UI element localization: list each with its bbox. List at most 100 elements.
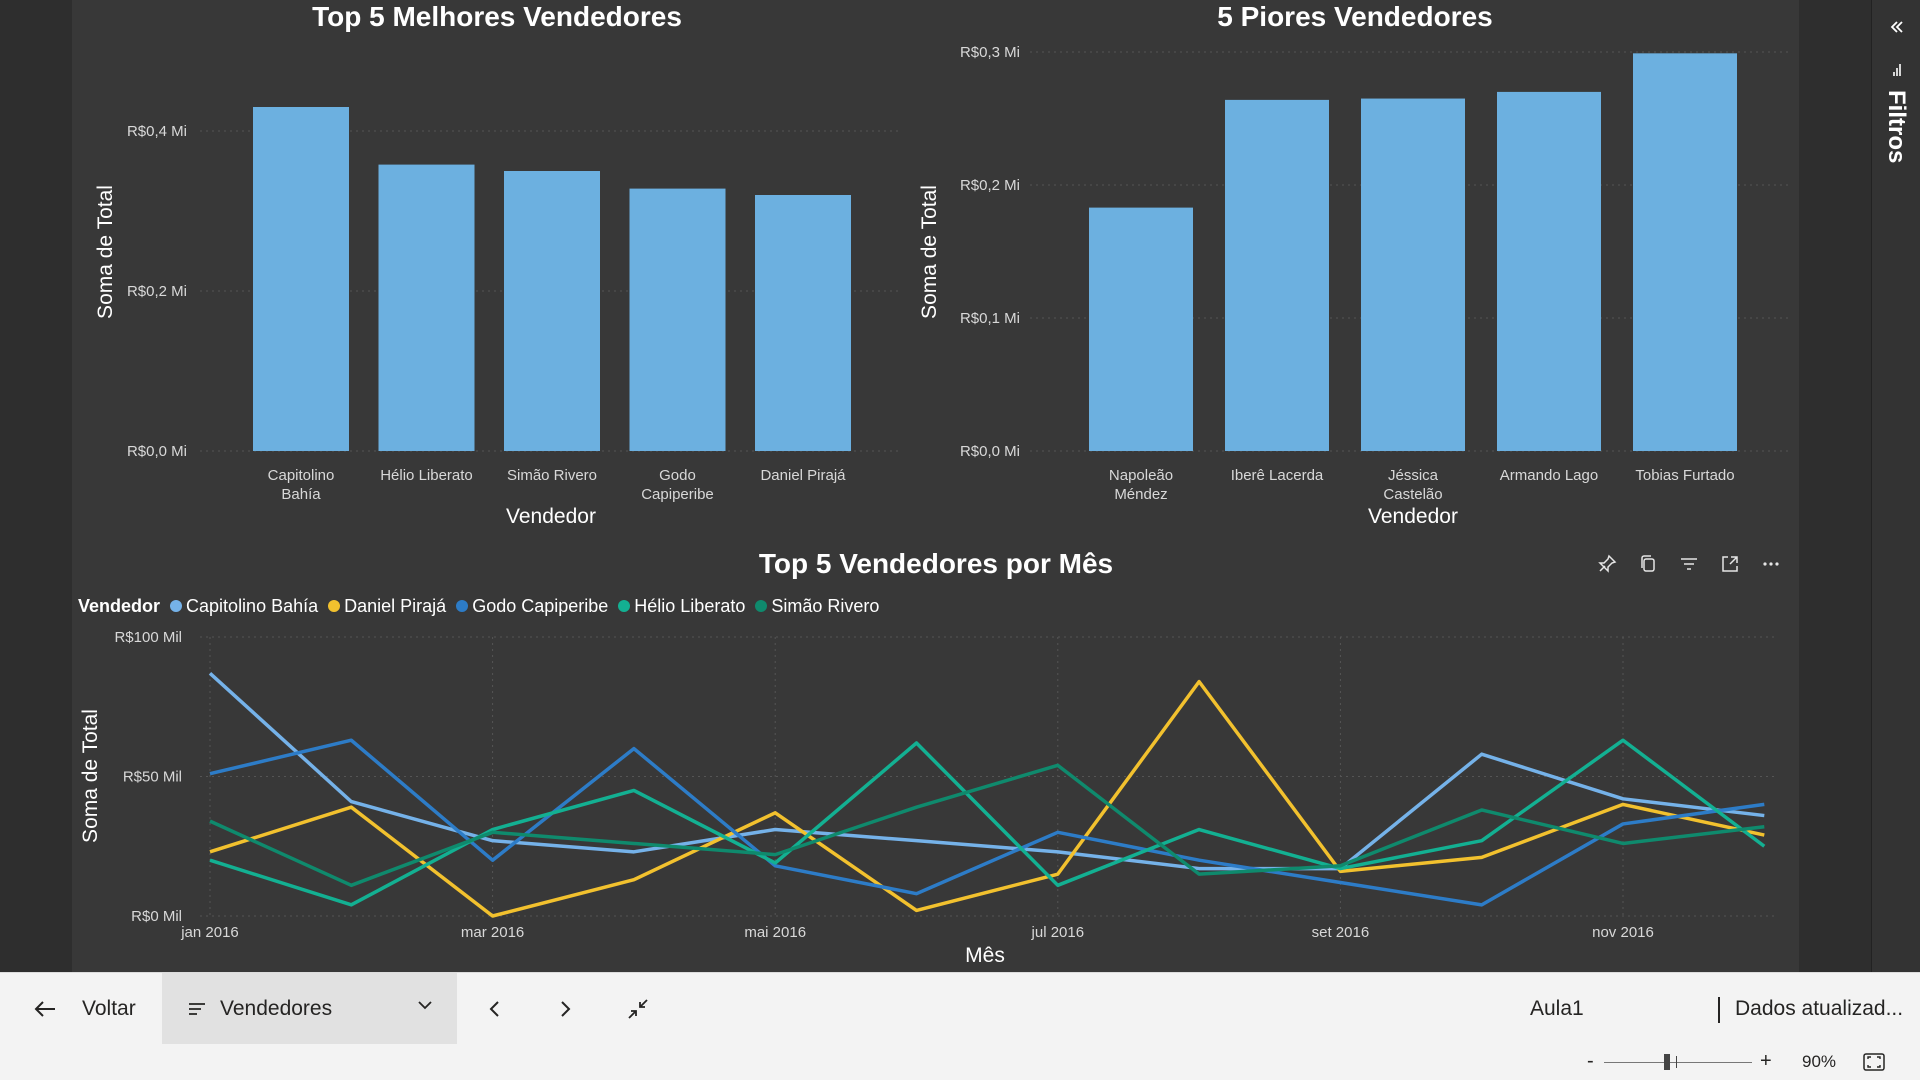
- x-category-label: Godo: [659, 467, 696, 484]
- bar: [1089, 207, 1193, 451]
- zoom-center-mark: [1676, 1056, 1677, 1068]
- y-tick-label: R$0 Mil: [131, 908, 182, 925]
- legend-item-simao[interactable]: Simão Rivero: [755, 596, 879, 617]
- filter-visual-button[interactable]: [1677, 552, 1701, 576]
- more-options-button[interactable]: [1759, 552, 1783, 576]
- y-tick-label: R$0,3 Mi: [960, 44, 1020, 61]
- bar: [378, 164, 475, 451]
- collapse-arrows-icon: [628, 999, 648, 1019]
- y-tick-label: R$100 Mil: [114, 629, 182, 646]
- zoom-out-button[interactable]: -: [1587, 1050, 1594, 1073]
- x-axis-title: Vendedor: [1368, 505, 1458, 528]
- legend-marker: [170, 600, 183, 612]
- back-button[interactable]: Voltar: [34, 973, 136, 1045]
- legend-item-daniel[interactable]: Daniel Pirajá: [328, 596, 446, 617]
- pin-visual-button[interactable]: [1595, 552, 1619, 576]
- y-tick-label: R$50 Mil: [123, 769, 182, 786]
- zoom-statusbar: - + 90%: [0, 1044, 1920, 1080]
- double-chevron-left-icon: [1890, 21, 1903, 33]
- x-tick-label: mar 2016: [461, 924, 524, 941]
- legend-label: Daniel Pirajá: [344, 595, 447, 616]
- bar: [1497, 91, 1601, 452]
- arrow-left-icon: [34, 1001, 55, 1017]
- copy-visual-button[interactable]: [1636, 552, 1660, 576]
- series-line: [209, 679, 1765, 918]
- expand-icon: [1722, 556, 1738, 572]
- page-selector[interactable]: Vendedores: [162, 973, 457, 1045]
- chevron-right-icon: [561, 1001, 571, 1017]
- legend-item-helio[interactable]: Hélio Liberato: [618, 596, 745, 617]
- legend-label: Simão Rivero: [771, 595, 880, 616]
- report-name: Aula1: [1530, 997, 1584, 1020]
- y-axis-title: Soma de Total: [79, 709, 102, 843]
- zoom-slider-thumb[interactable]: [1664, 1054, 1670, 1070]
- x-axis-title: Vendedor: [506, 505, 596, 528]
- x-tick-label: nov 2016: [1592, 924, 1654, 941]
- chevron-left-icon: [489, 1001, 499, 1017]
- x-category-label: Capitolino: [268, 467, 335, 484]
- x-category-label: Napoleão: [1109, 467, 1173, 484]
- chart-title: Top 5 Melhores Vendedores: [312, 1, 682, 32]
- previous-page-button[interactable]: [480, 995, 508, 1023]
- legend-marker: [755, 600, 768, 612]
- copy-icon: [1641, 555, 1655, 572]
- zoom-in-button[interactable]: +: [1760, 1050, 1772, 1073]
- x-category-label: Jéssica: [1388, 467, 1439, 484]
- legend-marker: [456, 600, 469, 612]
- x-category-label: Armando Lago: [1500, 467, 1598, 484]
- bar: [1225, 99, 1329, 451]
- filter-lines-icon: [1681, 558, 1697, 570]
- x-tick-label: jul 2016: [1031, 924, 1085, 941]
- x-category-label: Méndez: [1114, 486, 1167, 503]
- fit-to-page-icon[interactable]: [1863, 1053, 1885, 1071]
- x-category-label: Bahía: [281, 486, 321, 503]
- x-category-label: Castelão: [1383, 486, 1442, 503]
- y-tick-label: R$0,4 Mi: [127, 123, 187, 140]
- bar: [629, 188, 726, 451]
- filter-sort-icon: [1893, 64, 1901, 76]
- x-category-label: Daniel Pirajá: [760, 467, 846, 484]
- legend-label: Godo Capiperibe: [472, 595, 609, 616]
- legend-item-godo[interactable]: Godo Capiperibe: [456, 596, 608, 617]
- chart-title: Top 5 Vendedores por Mês: [759, 548, 1113, 579]
- line-chart-legend: Vendedor Capitolino Bahía Daniel Pirajá …: [78, 593, 879, 619]
- ellipsis-icon: [1763, 562, 1779, 566]
- x-category-label: Hélio Liberato: [380, 467, 473, 484]
- expand-filters-button[interactable]: [1872, 14, 1920, 40]
- charts-layer: Top 5 Melhores Vendedores R$0,0 Mi R$0,2 M…: [79, 1, 1790, 967]
- x-tick-label: jan 2016: [180, 924, 239, 941]
- legend-title: Vendedor: [78, 595, 161, 616]
- legend-item-capitolino[interactable]: Capitolino Bahía: [170, 596, 318, 617]
- x-tick-label: mai 2016: [744, 924, 806, 941]
- x-tick-label: set 2016: [1312, 924, 1370, 941]
- legend-label: Hélio Liberato: [634, 595, 746, 616]
- chevron-down-icon: [418, 1001, 432, 1010]
- report-footer: Voltar Vendedores Aula1 Dados atualizad.…: [0, 972, 1920, 1045]
- data-updated-status[interactable]: Dados atualizad...: [1735, 973, 1903, 1045]
- y-tick-label: R$0,0 Mi: [127, 443, 187, 460]
- filters-pane: Filtros: [1871, 0, 1920, 972]
- page-list-icon: [189, 1003, 205, 1015]
- next-page-button[interactable]: [552, 995, 580, 1023]
- exit-fullscreen-button[interactable]: [624, 995, 652, 1023]
- y-tick-label: R$0,0 Mi: [960, 443, 1020, 460]
- legend-marker: [328, 600, 341, 612]
- page-selector-label: Vendedores: [220, 997, 333, 1020]
- footer-divider: [1718, 997, 1720, 1023]
- legend-marker: [618, 600, 631, 612]
- x-axis-title: Mês: [965, 944, 1005, 967]
- y-tick-label: R$0,2 Mi: [127, 283, 187, 300]
- y-axis-title: Soma de Total: [94, 185, 117, 319]
- focus-mode-button[interactable]: [1718, 552, 1742, 576]
- zoom-level-value: 90%: [1802, 1052, 1837, 1071]
- y-axis-title: Soma de Total: [918, 185, 941, 319]
- bar: [1361, 98, 1465, 452]
- filters-pane-label[interactable]: Filtros: [1882, 90, 1910, 163]
- back-label: Voltar: [82, 997, 136, 1020]
- bar: [755, 195, 851, 451]
- y-tick-label: R$0,2 Mi: [960, 177, 1020, 194]
- zoom-slider-track[interactable]: [1604, 1062, 1752, 1063]
- bar: [504, 171, 600, 451]
- visual-header-toolbar: [1595, 552, 1783, 576]
- legend-label: Capitolino Bahía: [186, 595, 319, 616]
